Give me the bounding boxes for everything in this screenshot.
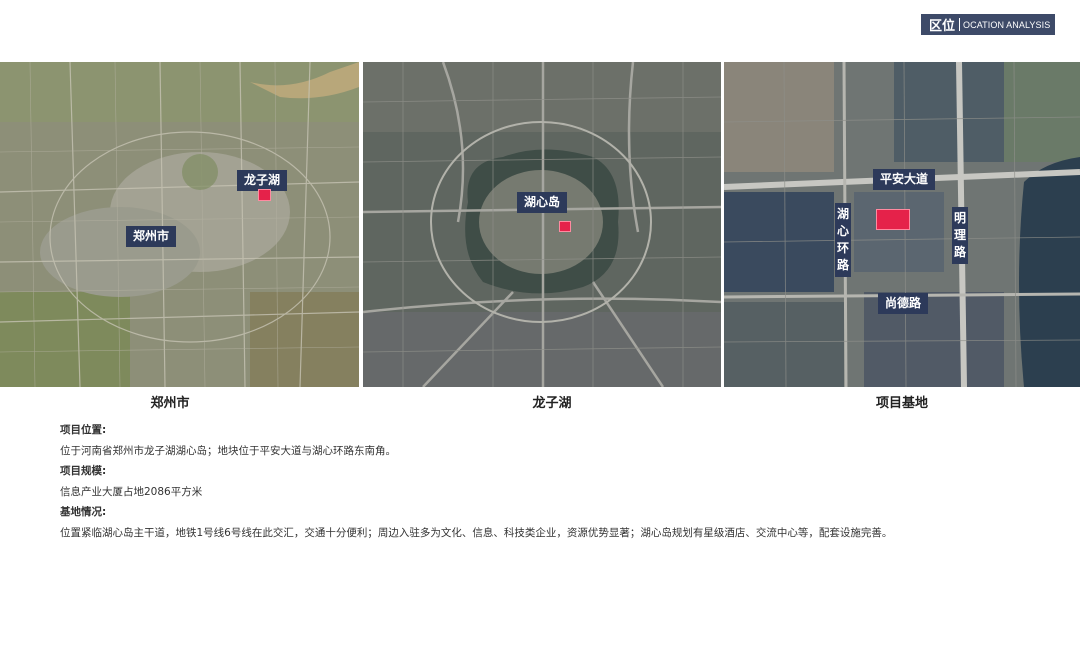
map-label-longzihu: 龙子湖 [237,170,288,191]
road-label-shangde: 尚德路 [878,293,929,314]
section-title-en: OCATION ANALYSIS [963,19,1051,30]
road-label-huxinhuan: 湖心环路 [835,203,851,277]
map-site: 平安大道 湖心环路 明理路 尚德路 [724,62,1080,387]
map-label-huxindao: 湖心岛 [517,192,568,213]
caption-site: 项目基地 [875,396,928,411]
site-text: 位置紧临湖心岛主干道，地铁1号线6号线在此交汇，交通十分便利；周边入驻多为文化、… [60,527,893,539]
caption-zhengzhou: 郑州市 [150,396,190,411]
map-label-zhengzhou: 郑州市 [126,226,177,247]
section-badge: 区位 OCATION ANALYSIS [921,14,1055,35]
site-marker [258,189,271,201]
road-label-pingan: 平安大道 [873,169,936,190]
satellite-image-lake [363,62,721,387]
project-info: 项目位置: 位于河南省郑州市龙子湖湖心岛；地块位于平安大道与湖心环路东南角。 项… [60,420,1040,543]
map-zhengzhou: 龙子湖 郑州市 [0,62,359,387]
site-marker [559,221,571,232]
location-text: 位于河南省郑州市龙子湖湖心岛；地块位于平安大道与湖心环路东南角。 [60,445,396,457]
section-title-zh: 区位 [929,19,956,34]
caption-longzihu: 龙子湖 [532,396,572,411]
map-strip: 龙子湖 郑州市 湖心岛 平安大道 湖心环路 明理路 尚德路 [0,62,1080,387]
map-longzihu: 湖心岛 [363,62,721,387]
site-marker [876,209,910,230]
road-label-mingli: 明理路 [952,207,968,264]
satellite-image-city [0,62,359,387]
scale-heading: 项目规模: [60,465,107,477]
site-heading: 基地情况: [60,506,107,518]
scale-text: 信息产业大厦占地2086平方米 [60,486,203,498]
badge-divider [959,18,961,31]
location-heading: 项目位置: [60,424,107,436]
